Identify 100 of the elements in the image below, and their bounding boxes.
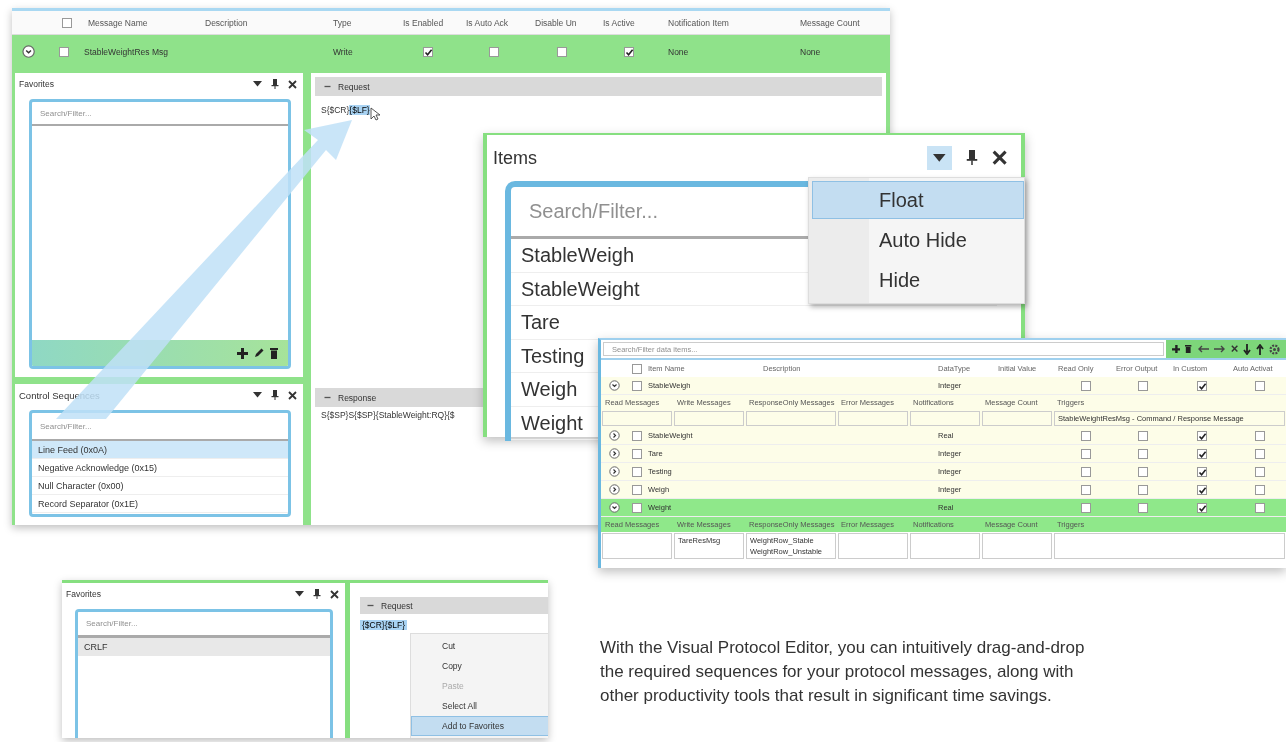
table-cell (674, 411, 744, 426)
expand-icon[interactable] (22, 45, 36, 59)
pin-icon[interactable] (313, 589, 321, 599)
pin-icon[interactable] (965, 150, 978, 166)
close-icon[interactable] (288, 390, 297, 400)
dropdown-button[interactable] (927, 145, 952, 171)
expand-icon[interactable] (609, 380, 620, 391)
expand-icon[interactable] (609, 484, 620, 495)
checkbox[interactable] (1254, 502, 1265, 513)
expand-icon[interactable] (609, 448, 620, 459)
column-header: Description (204, 17, 249, 28)
list-item[interactable]: Tare (517, 307, 564, 338)
checkbox[interactable] (1080, 430, 1091, 441)
pin-icon[interactable] (271, 390, 279, 400)
checkbox[interactable] (631, 363, 642, 374)
table-cell (838, 533, 908, 559)
table-cell (910, 533, 980, 559)
checkbox[interactable] (631, 484, 642, 495)
checkbox[interactable] (1080, 448, 1091, 459)
arrow-up-icon[interactable] (1256, 343, 1264, 355)
panel-title: Favorites (66, 589, 101, 599)
arrow-down-icon[interactable] (1243, 343, 1251, 355)
menu-item[interactable]: Cut (411, 636, 548, 656)
checkbox[interactable] (631, 448, 642, 459)
checkbox[interactable] (631, 502, 642, 513)
checkbox[interactable] (1196, 502, 1207, 513)
checkbox[interactable] (58, 47, 69, 57)
checkbox[interactable] (1080, 380, 1091, 391)
edit-icon[interactable] (254, 348, 264, 358)
list-item[interactable]: StableWeight (517, 273, 644, 304)
list-box[interactable]: Search/Filter... Line Feed (0x0A) Negative Acknowledge (0x15) Null Character (0x00) Record Separator (0x1E) (29, 410, 291, 517)
close-icon[interactable] (288, 79, 297, 89)
menu-item[interactable]: Copy (411, 656, 548, 676)
checkbox[interactable] (1080, 502, 1091, 513)
list-item[interactable]: StableWeigh (517, 240, 639, 271)
checkbox[interactable] (1254, 430, 1265, 441)
checkbox[interactable] (1254, 448, 1265, 459)
checkbox[interactable] (1196, 484, 1207, 495)
checkbox[interactable] (422, 47, 433, 57)
section-title: Response (338, 392, 377, 403)
window-title: Items (493, 147, 537, 169)
checkbox[interactable] (1138, 484, 1148, 495)
checkbox[interactable] (1196, 380, 1207, 391)
menu-item[interactable]: Select All (411, 696, 548, 716)
dropdown-icon[interactable] (253, 392, 262, 398)
list-item[interactable]: Line Feed (0x0A) (32, 441, 288, 459)
checkbox[interactable] (557, 47, 567, 57)
checkbox[interactable] (1138, 502, 1148, 513)
checkbox[interactable] (1138, 430, 1148, 441)
checkbox[interactable] (62, 17, 72, 28)
close-icon[interactable] (330, 589, 339, 599)
list-item[interactable]: Testing (517, 340, 589, 371)
settings-icon[interactable] (1269, 343, 1280, 355)
checkbox[interactable] (1138, 448, 1148, 459)
menu-item[interactable]: Add to Favorites (411, 716, 548, 736)
checkbox[interactable] (1196, 430, 1207, 441)
panel-title: Favorites (19, 79, 54, 89)
delete-icon[interactable] (270, 347, 278, 359)
delete-icon[interactable] (1185, 344, 1192, 354)
table-cell-text: None (667, 47, 690, 57)
checkbox[interactable] (623, 47, 634, 57)
checkbox[interactable] (1080, 484, 1091, 495)
list-box[interactable]: Search/Filter... CRLF (75, 609, 333, 738)
arrow-left-icon[interactable] (1196, 345, 1209, 353)
checkbox[interactable] (1196, 466, 1207, 477)
search-field[interactable]: Search/Filter... (32, 102, 288, 126)
checkbox[interactable] (631, 380, 642, 391)
checkbox[interactable] (1080, 466, 1091, 477)
expand-icon[interactable] (609, 430, 620, 441)
dropdown-icon[interactable] (295, 591, 304, 597)
checkbox[interactable] (1254, 380, 1265, 391)
arrow-right-icon[interactable] (1213, 345, 1226, 353)
table-cell-text: None (799, 47, 822, 57)
checkbox[interactable] (1254, 466, 1265, 477)
column-header: Is Auto Ack (465, 17, 510, 28)
checkbox[interactable] (1138, 380, 1148, 391)
list-item[interactable]: Record Separator (0x1E) (32, 495, 288, 513)
column-header: Message Count (799, 17, 861, 28)
add-icon[interactable] (237, 347, 248, 359)
table-cell-text: StableWeightRes Msg (83, 46, 169, 58)
pin-icon[interactable] (271, 79, 279, 89)
selected-text: {$LF} (349, 105, 370, 115)
list-item[interactable]: Null Character (0x00) (32, 477, 288, 495)
menu-item[interactable]: Float (812, 181, 1024, 219)
list-item[interactable]: Negative Acknowledge (0x15) (32, 459, 288, 477)
expand-icon[interactable] (609, 466, 620, 477)
dropdown-icon[interactable] (253, 81, 262, 87)
checkbox[interactable] (1138, 466, 1148, 477)
section-title: Request (338, 81, 370, 92)
checkbox[interactable] (488, 47, 499, 57)
close-icon[interactable] (991, 150, 1007, 166)
list-item[interactable]: Weigh (517, 374, 582, 405)
checkbox[interactable] (631, 430, 642, 441)
checkbox[interactable] (1254, 484, 1265, 495)
checkbox[interactable] (631, 466, 642, 477)
list-item[interactable]: Weight (517, 407, 587, 438)
close-icon[interactable] (1230, 345, 1238, 353)
checkbox[interactable] (1196, 448, 1207, 459)
add-icon[interactable] (1171, 344, 1181, 354)
expand-icon[interactable] (609, 502, 620, 513)
